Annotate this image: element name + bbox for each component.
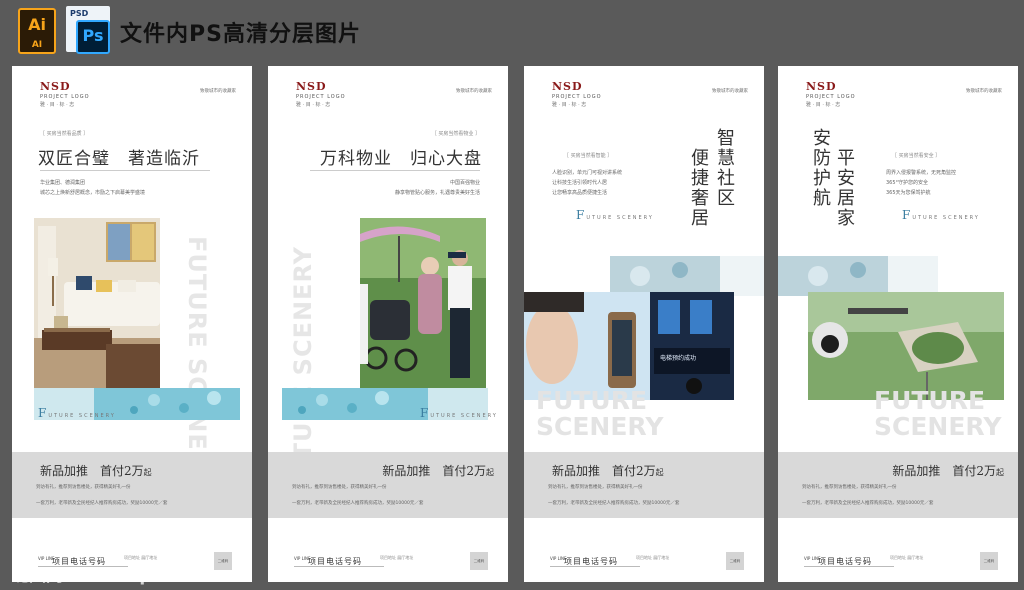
- tagline: ［ 买房当然看安全 ］: [892, 153, 941, 159]
- promo-headline: 新品加推 首付2万起: [552, 464, 664, 478]
- future-scenery-watermark: FUTURE SCENERY: [874, 386, 1002, 441]
- slogan: 致敬城市的收藏家: [966, 89, 1002, 94]
- headline: 双匠合璧 著造临沂: [38, 149, 200, 169]
- glass-texture-strip: [610, 256, 764, 296]
- promo-line-1: 到访有礼，推荐到访售楼处，获得精美好礼一份: [292, 485, 387, 490]
- footer-bar: VIP LINE 项目电话号码 项目地址 展厅地址 二维码: [282, 552, 492, 574]
- future-scenery-watermark: FUTURE SCENERY: [536, 386, 664, 441]
- promo-box: 新品加推 首付2万起 到访有礼，推荐到访售楼处，获得精美好礼一份 一套万利，老带…: [778, 452, 1018, 518]
- page-title: 文件内PS高清分层图片: [120, 22, 361, 47]
- description: 人脸识别，单元门可视对讲系统 让科技生活引领时代人居 让您畅享高品质便捷生活: [552, 170, 623, 196]
- qr-placeholder: 二维码: [470, 552, 488, 570]
- qr-placeholder: 二维码: [726, 552, 744, 570]
- promo-line-2: 一套万利，老带新及全民经纪人推荐购房成功，奖励10000元／套: [548, 501, 680, 506]
- divider: [40, 170, 210, 171]
- promo-line-1: 到访有礼，推荐到访售楼处，获得精美好礼一份: [548, 485, 643, 490]
- logo: NSD PROJECT LOGO 雅 · 目 · 标 · 志: [806, 80, 856, 108]
- promo-headline: 新品加推 首付2万起: [892, 464, 1004, 478]
- poster-card-1: NSD PROJECT LOGO 雅 · 目 · 标 · 志 致敬城市的收藏家 …: [12, 66, 252, 582]
- elevator-screen-text: 电梯预约成功: [660, 355, 697, 362]
- future-scenery-caption: FUTURE SCENERY: [38, 406, 116, 420]
- promo-line-2: 一套万利，老带新及全民经纪人推荐购房成功，奖励10000元／套: [292, 501, 424, 506]
- headline-a: 安防护航: [810, 128, 831, 208]
- qr-placeholder: 二维码: [214, 552, 232, 570]
- future-scenery-caption: FUTURE SCENERY: [902, 208, 980, 222]
- divider: [310, 170, 480, 171]
- promo-line-2: 一套万利，老带新及全民经纪人推荐购房成功，奖励10000元／套: [802, 501, 934, 506]
- promo-headline: 新品加推 首付2万起: [40, 464, 152, 478]
- photoshop-icon: PSD Ps: [66, 6, 110, 54]
- promo-box: 新品加推 首付2万起 到访有礼，推荐到访售楼处，获得精美好礼一份 一套万利，老带…: [268, 452, 508, 518]
- promo-line-1: 到访有礼，推荐到访售楼处，获得精美好礼一份: [36, 485, 131, 490]
- living-room-photo: [34, 218, 160, 394]
- future-scenery-caption: FUTURE SCENERY: [420, 406, 498, 420]
- description: 华业集团、德润集团 城芯之上焕新舒居概念，市励之下启幕美学盛境: [40, 180, 146, 196]
- footer-bar: VIP LINE 项目电话号码 项目地址 展厅地址 二维码: [538, 552, 748, 574]
- illustrator-icon: Ai AI: [18, 8, 56, 54]
- description: 中国百强物业 静享物管贴心服务，礼遇尊贵美好生活: [394, 180, 480, 196]
- site-watermark: 昵图网 www.nipic.com: [12, 566, 214, 586]
- top-bar: Ai AI PSD Ps 文件内PS高清分层图片: [0, 0, 1024, 58]
- security-camera-photo: [808, 292, 1004, 400]
- promo-line-2: 一套万利，老带新及全民经纪人推荐购房成功，奖励10000元／套: [36, 501, 168, 506]
- logo: NSD PROJECT LOGO 雅 · 目 · 标 · 志: [296, 80, 346, 108]
- headline-a: 智慧社区: [714, 128, 735, 208]
- glass-texture-strip: [778, 256, 938, 296]
- tagline: ［ 买房当然看品质 ］: [40, 131, 89, 137]
- description: 周界入侵报警系统，无死角监控 365°守护您的安全 365天为您保驾护航: [886, 170, 957, 196]
- headline-b: 平安居家: [834, 148, 855, 228]
- headline-b: 便捷奢居: [688, 148, 709, 228]
- promo-box: 新品加推 首付2万起 到访有礼，推荐到访售楼处，获得精美好礼一份 一套万利，老带…: [12, 452, 252, 518]
- promo-box: 新品加推 首付2万起 到访有礼，推荐到访售楼处，获得精美好礼一份 一套万利，老带…: [524, 452, 764, 518]
- promo-line-1: 到访有礼，推荐到访售楼处，获得精美好礼一份: [802, 485, 897, 490]
- logo: NSD PROJECT LOGO 雅 · 目 · 标 · 志: [552, 80, 602, 108]
- qr-placeholder: 二维码: [980, 552, 998, 570]
- promo-headline: 新品加推 首付2万起: [382, 464, 494, 478]
- psd-label: PSD: [70, 9, 89, 18]
- slogan: 致敬城市的收藏家: [456, 89, 492, 94]
- tagline: ［ 买房当然看智能 ］: [564, 153, 613, 159]
- headline: 万科物业 归心大盘: [320, 149, 482, 169]
- poster-card-4: NSD PROJECT LOGO 雅 · 目 · 标 · 志 致敬城市的收藏家 …: [778, 66, 1018, 582]
- future-scenery-caption: FUTURE SCENERY: [576, 208, 654, 222]
- poster-card-3: NSD PROJECT LOGO 雅 · 目 · 标 · 志 致敬城市的收藏家 …: [524, 66, 764, 582]
- future-scenery-watermark: FUTURE SCENERY: [183, 236, 211, 488]
- property-service-photo: [360, 218, 486, 394]
- tagline: ［ 买房当然看物业 ］: [431, 131, 480, 137]
- face-recognition-photo: [524, 292, 734, 400]
- logo: NSD PROJECT LOGO 雅 · 目 · 标 · 志: [40, 80, 90, 108]
- id-watermark: ID:34265195 NO:20230220100359105: [811, 571, 1004, 582]
- slogan: 致敬城市的收藏家: [712, 89, 748, 94]
- poster-card-2: NSD PROJECT LOGO 雅 · 目 · 标 · 志 致敬城市的收藏家 …: [268, 66, 508, 582]
- slogan: 致敬城市的收藏家: [200, 89, 236, 94]
